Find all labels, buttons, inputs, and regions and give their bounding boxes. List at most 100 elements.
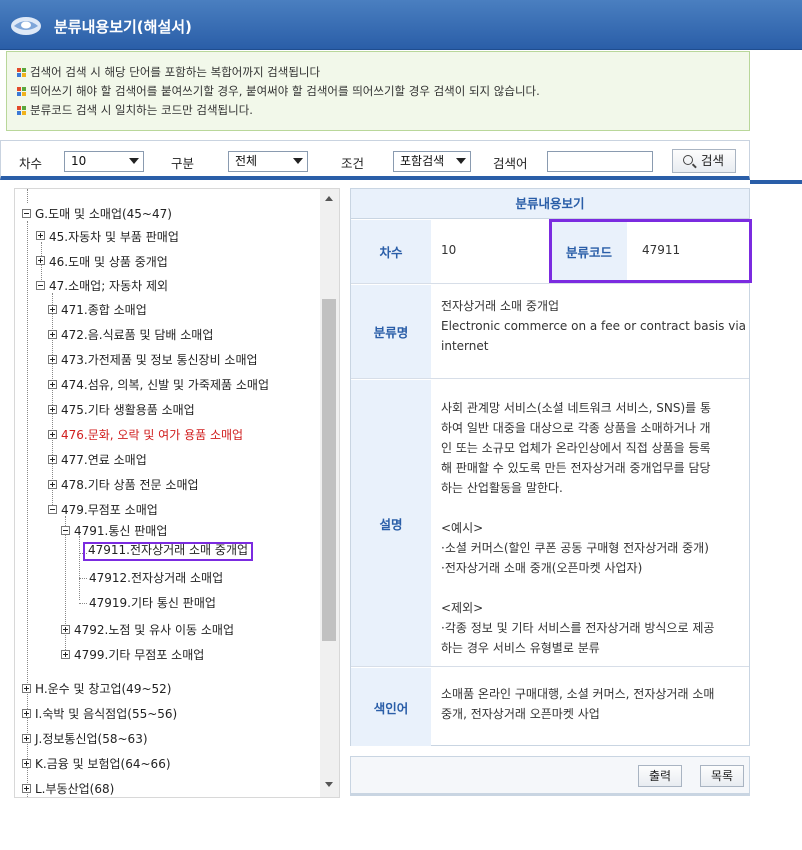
tree-line <box>52 293 53 509</box>
tree-item-k[interactable]: K.금융 및 보험업(64~66) <box>35 756 171 772</box>
index-row: 색인어 소매품 온라인 구매대행, 소셜 커머스, 전자상거래 소매 중개, 전… <box>351 668 749 746</box>
description-line: ·각종 정보 및 기타 서비스를 전자상거래 방식으로 제공 <box>441 621 715 635</box>
tree-item-472[interactable]: 472.음.식료품 및 담배 소매업 <box>61 327 213 343</box>
classification-tree: G.도매 및 소매업(45~47) 45.자동차 및 부품 판매업 46.도매 … <box>14 188 340 798</box>
tree-toggle-plus-icon[interactable] <box>36 256 45 265</box>
tree-item-479[interactable]: 479.무점포 소매업 <box>61 502 158 518</box>
description-line: 하는 산업활동을 말한다. <box>441 481 563 495</box>
tree-item-j[interactable]: J.정보통신업(58~63) <box>35 731 148 747</box>
tree-toggle-plus-icon[interactable] <box>22 709 31 718</box>
description-line: 해 판매할 수 있도록 만든 전자상거래 중개업무를 담당 <box>441 461 711 475</box>
tree-line <box>79 603 87 604</box>
description-line: 인 또는 소규모 업체가 온라인상에서 직접 상품을 등록 <box>441 441 711 455</box>
version-label: 차수 <box>19 156 43 171</box>
bullet-icon <box>17 87 26 96</box>
tree-item-473[interactable]: 473.가전제품 및 정보 통신장비 소매업 <box>61 352 258 368</box>
tree-item-475[interactable]: 475.기타 생활용품 소매업 <box>61 402 195 418</box>
tree-toggle-minus-icon[interactable] <box>61 526 70 535</box>
description-line: 사회 관계망 서비스(소셜 네트워크 서비스, SNS)를 통 <box>441 401 712 415</box>
tree-item-46[interactable]: 46.도매 및 상품 중개업 <box>49 254 168 270</box>
keyword-input[interactable] <box>547 151 653 172</box>
list-button[interactable]: 목록 <box>700 765 744 787</box>
search-icon <box>683 155 693 165</box>
tree-toggle-plus-icon[interactable] <box>48 355 57 364</box>
tree-toggle-minus-icon[interactable] <box>22 209 31 218</box>
index-label: 색인어 <box>351 668 431 746</box>
notice-box: 검색어 검색 시 해당 단어를 포함하는 복합어까지 검색됩니다 띄어쓰기 해야… <box>6 51 750 131</box>
description-line: ·소셜 커머스(할인 쿠폰 공동 구매형 전자상거래 중개) <box>441 541 709 555</box>
search-button[interactable]: 검색 <box>672 149 736 173</box>
tree-toggle-plus-icon[interactable] <box>22 684 31 693</box>
tree-item-47911-selected[interactable]: 47911.전자상거래 소매 중개업 <box>83 542 254 561</box>
scroll-up-icon[interactable] <box>325 196 333 201</box>
description-line: <예시> <box>441 521 484 535</box>
tree-toggle-plus-icon[interactable] <box>36 231 45 240</box>
version-select[interactable]: 10 <box>64 151 144 172</box>
tree-toggle-plus-icon[interactable] <box>48 305 57 314</box>
version-label: 차수 <box>351 220 431 283</box>
tree-item-l[interactable]: L.부동산업(68) <box>35 781 114 797</box>
tree-content: G.도매 및 소매업(45~47) 45.자동차 및 부품 판매업 46.도매 … <box>15 189 320 797</box>
index-line: 소매품 온라인 구매대행, 소셜 커머스, 전자상거래 소매 <box>441 687 715 701</box>
tree-item-477[interactable]: 477.연료 소매업 <box>61 452 147 468</box>
category-select[interactable]: 전체 <box>228 151 308 172</box>
tree-item-45[interactable]: 45.자동차 및 부품 판매업 <box>49 229 179 245</box>
keyword-label: 검색어 <box>493 156 528 171</box>
chevron-down-icon <box>456 158 466 164</box>
tree-toggle-plus-icon[interactable] <box>61 625 70 634</box>
detail-heading: 분류내용보기 <box>351 189 749 219</box>
tree-toggle-plus-icon[interactable] <box>61 650 70 659</box>
tree-item-4791[interactable]: 4791.통신 판매업 <box>74 523 167 539</box>
version-value: 10 <box>441 243 457 257</box>
tree-toggle-plus-icon[interactable] <box>22 784 31 793</box>
tree-item-47[interactable]: 47.소매업; 자동차 제외 <box>49 278 168 294</box>
chevron-down-icon <box>293 158 303 164</box>
window-title: 분류내용보기(해설서) <box>54 18 192 36</box>
tree-item-i[interactable]: I.숙박 및 음식점업(55~56) <box>35 706 177 722</box>
tree-item-4792[interactable]: 4792.노점 및 유사 이동 소매업 <box>74 622 234 638</box>
notice-line: 분류코드 검색 시 일치하는 코드만 검색됩니다. <box>17 102 253 118</box>
tree-toggle-plus-icon[interactable] <box>22 734 31 743</box>
book-logo-icon <box>11 17 41 35</box>
tree-toggle-plus-icon[interactable] <box>48 330 57 339</box>
tree-line <box>27 189 28 203</box>
tree-item-4799[interactable]: 4799.기타 무점포 소매업 <box>74 647 204 663</box>
print-button[interactable]: 출력 <box>638 765 682 787</box>
description-line: 하여 일반 대중을 대상으로 각종 상품을 소매하거나 개 <box>441 421 711 435</box>
tree-item-47912[interactable]: 47912.전자상거래 소매업 <box>89 570 223 586</box>
title-bar: 분류내용보기(해설서) <box>0 0 802 50</box>
tree-item-474[interactable]: 474.섬유, 의복, 신발 및 가죽제품 소매업 <box>61 377 269 393</box>
tree-item-471[interactable]: 471.종합 소매업 <box>61 302 147 318</box>
name-en-2: internet <box>441 339 489 353</box>
index-line: 중개, 전자상거래 오픈마켓 사업 <box>441 707 600 721</box>
tree-toggle-plus-icon[interactable] <box>48 480 57 489</box>
condition-select[interactable]: 포함검색 <box>393 151 471 172</box>
bullet-icon <box>17 68 26 77</box>
name-ko: 전자상거래 소매 중개업 <box>441 299 560 313</box>
category-label: 구분 <box>171 156 195 171</box>
description-line: 하는 경우 서비스 유형별로 분류 <box>441 641 600 655</box>
name-en-1: Electronic commerce on a fee or contract… <box>441 319 747 333</box>
tree-toggle-plus-icon[interactable] <box>22 759 31 768</box>
notice-line: 띄어쓰기 해야 할 검색어를 붙여쓰기할 경우, 붙여써야 할 검색어를 띄어쓰… <box>17 83 540 99</box>
code-highlight-box <box>549 219 752 283</box>
tree-item-h[interactable]: H.운수 및 창고업(49~52) <box>35 681 171 697</box>
tree-item-47919[interactable]: 47919.기타 통신 판매업 <box>89 595 216 611</box>
name-row: 분류명 전자상거래 소매 중개업 Electronic commerce on … <box>351 285 749 379</box>
tree-toggle-plus-icon[interactable] <box>48 455 57 464</box>
tree-toggle-plus-icon[interactable] <box>48 405 57 414</box>
tree-scrollbar[interactable] <box>320 189 339 797</box>
tree-item-478[interactable]: 478.기타 상품 전문 소매업 <box>61 477 199 493</box>
tree-line <box>79 578 87 579</box>
scroll-thumb[interactable] <box>322 299 336 641</box>
tree-toggle-plus-icon[interactable] <box>48 380 57 389</box>
scroll-down-icon[interactable] <box>325 782 333 787</box>
chevron-down-icon <box>129 158 139 164</box>
tree-toggle-minus-icon[interactable] <box>36 281 45 290</box>
tree-toggle-minus-icon[interactable] <box>48 505 57 514</box>
tree-item-g[interactable]: G.도매 및 소매업(45~47) <box>35 206 172 222</box>
description-label: 설명 <box>351 380 431 666</box>
tree-toggle-plus-icon[interactable] <box>48 430 57 439</box>
tree-item-476[interactable]: 476.문화, 오락 및 여가 용품 소매업 <box>61 427 243 443</box>
tree-line <box>27 221 28 703</box>
